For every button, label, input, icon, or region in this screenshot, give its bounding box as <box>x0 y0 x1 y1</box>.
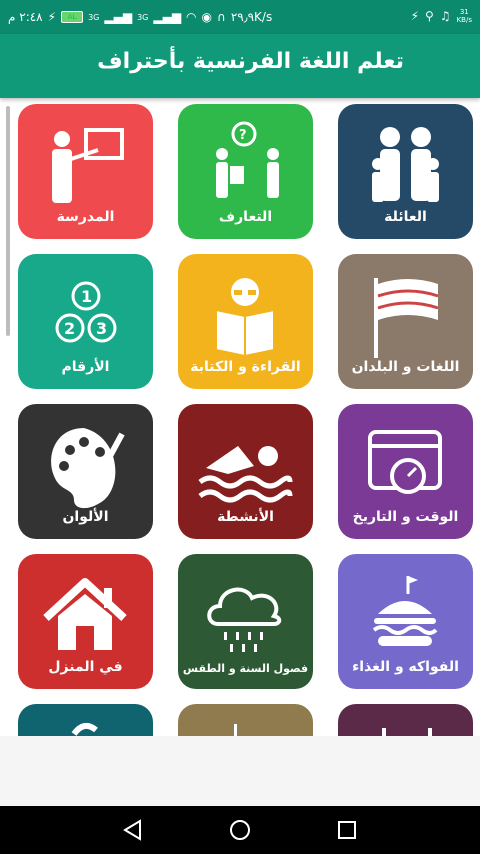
tile-meeting[interactable]: ? التعارف <box>178 104 313 239</box>
tile-family[interactable]: العائلة <box>338 104 473 239</box>
eye-icon: ◉ <box>201 10 213 24</box>
tile-school[interactable]: المدرسة <box>18 104 153 239</box>
tile-label: الأنشطة <box>217 509 274 525</box>
signal-icon-2: ▂▄▆ <box>153 10 182 24</box>
tile-partial-right[interactable] <box>338 704 473 736</box>
tile-label: الأرقام <box>61 359 110 375</box>
tile-label: اللغات و البلدان <box>351 359 460 375</box>
partial-icon <box>382 728 432 736</box>
tile-label: فصول السنة و الطقس <box>182 662 309 675</box>
wifi-icon: ◠ <box>186 10 197 24</box>
status-left-group: ⚡ ⚲ ♫ 31 KB/s <box>411 8 472 24</box>
app-bar: تعلم اللغة الفرنسية بأحتراف <box>0 34 480 98</box>
tile-time-date[interactable]: الوقت و التاريخ <box>338 404 473 539</box>
tile-label: الفواكه و الغذاء <box>352 659 459 675</box>
tile-label: الوقت و التاريخ <box>352 509 459 525</box>
tile-label: التعارف <box>218 209 273 225</box>
tile-reading[interactable]: القراءة و الكتابة <box>178 254 313 389</box>
tile-label: المدرسة <box>56 209 115 225</box>
battery-icon: AL <box>61 11 84 23</box>
home-icon[interactable] <box>227 818 253 842</box>
tile-label: العائلة <box>384 209 427 225</box>
scrollbar[interactable] <box>6 106 10 336</box>
tile-label: القراءة و الكتابة <box>190 359 301 375</box>
status-bar: ⚡ ⚲ ♫ 31 KB/s ٢:٤٨ م ⚡ AL 3G ▂▄▆ 3G ▂▄▆ … <box>0 0 480 34</box>
music-icon: ♫ <box>439 9 451 23</box>
headset-icon: ∩ <box>217 10 226 24</box>
category-grid[interactable]: العائلة ? التعارف المدرسة اللغات و البلد… <box>0 98 480 736</box>
tile-languages[interactable]: اللغات و البلدان <box>338 254 473 389</box>
svg-text:3: 3 <box>96 319 107 338</box>
tile-label: في المنزل <box>48 659 123 675</box>
data-rate-unit: KB/s <box>456 16 472 24</box>
signal-3g-label: 3G <box>88 12 100 22</box>
charging-icon: ⚡ <box>47 10 57 24</box>
status-right-group: ٢:٤٨ م ⚡ AL 3G ▂▄▆ 3G ▂▄▆ ◠ ◉ ∩ ٢٩٫٩K/s <box>8 9 272 25</box>
data-rate: 31 KB/s <box>457 8 472 24</box>
page-title: تعلم اللغة الفرنسية بأحتراف <box>97 49 404 74</box>
svg-text:1: 1 <box>81 287 92 306</box>
tile-activities[interactable]: الأنشطة <box>178 404 313 539</box>
usb-icon-2: ⚲ <box>425 9 434 23</box>
tile-seasons-weather[interactable]: فصول السنة و الطقس <box>178 554 313 689</box>
partial-icon <box>71 722 98 736</box>
tile-at-home[interactable]: في المنزل <box>18 554 153 689</box>
navigation-bar <box>0 806 480 854</box>
svg-text:?: ? <box>239 128 247 143</box>
back-icon[interactable] <box>120 818 146 842</box>
time: ٢:٤٨ م <box>8 10 43 24</box>
tile-colors[interactable]: الألوان <box>18 404 153 539</box>
net-speed: ٢٩٫٩K/s <box>230 10 273 24</box>
tile-partial-left[interactable] <box>18 704 153 736</box>
signal-icon: ▂▄▆ <box>104 10 133 24</box>
tile-numbers[interactable]: 1 2 3 الأرقام <box>18 254 153 389</box>
usb-icon: ⚡ <box>410 9 420 23</box>
svg-text:2: 2 <box>64 319 75 338</box>
tile-label: الألوان <box>62 509 109 525</box>
data-rate-value: 31 <box>459 8 469 16</box>
partial-icon <box>234 724 237 736</box>
ad-area <box>0 736 480 806</box>
tile-fruits-food[interactable]: الفواكه و الغذاء <box>338 554 473 689</box>
recents-icon[interactable] <box>334 818 360 842</box>
tile-partial-middle[interactable] <box>178 704 313 736</box>
signal-3g-label-2: 3G <box>137 12 149 22</box>
